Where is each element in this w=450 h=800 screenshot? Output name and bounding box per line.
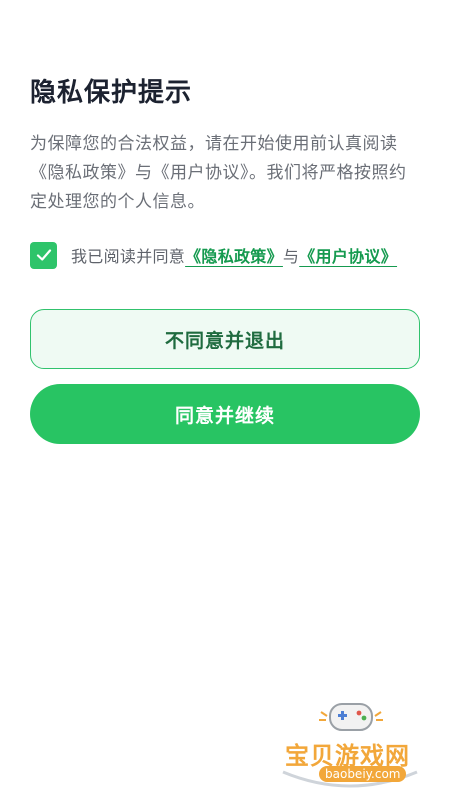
decline-and-exit-button[interactable]: 不同意并退出	[30, 309, 420, 369]
agreement-text: 我已阅读并同意《隐私政策》与《用户协议》	[71, 243, 397, 267]
watermark-logo: 宝贝游戏网 baobeiy.com	[275, 700, 425, 790]
agreement-row: 我已阅读并同意《隐私政策》与《用户协议》	[30, 240, 430, 270]
privacy-description: 为保障您的合法权益，请在开始使用前认真阅读《隐私政策》与《用户协议》。我们将严格…	[30, 134, 407, 212]
user-agreement-link[interactable]: 《用户协议》	[299, 247, 397, 266]
agree-checkbox[interactable]	[30, 241, 57, 269]
page-title: 隐私保护提示	[30, 78, 193, 108]
checkmark-icon	[36, 249, 51, 261]
agree-and-continue-button[interactable]: 同意并继续	[30, 384, 420, 444]
privacy-policy-link[interactable]: 《隐私政策》	[185, 247, 283, 266]
privacy-screen: 隐私保护提示 为保障您的合法权益，请在开始使用前认真阅读《隐私政策》与《用户协议…	[0, 0, 450, 800]
agreement-and: 与	[282, 247, 300, 266]
agreement-prefix: 我已阅读并同意	[71, 247, 186, 266]
watermark-url: baobeiy.com	[319, 766, 407, 782]
